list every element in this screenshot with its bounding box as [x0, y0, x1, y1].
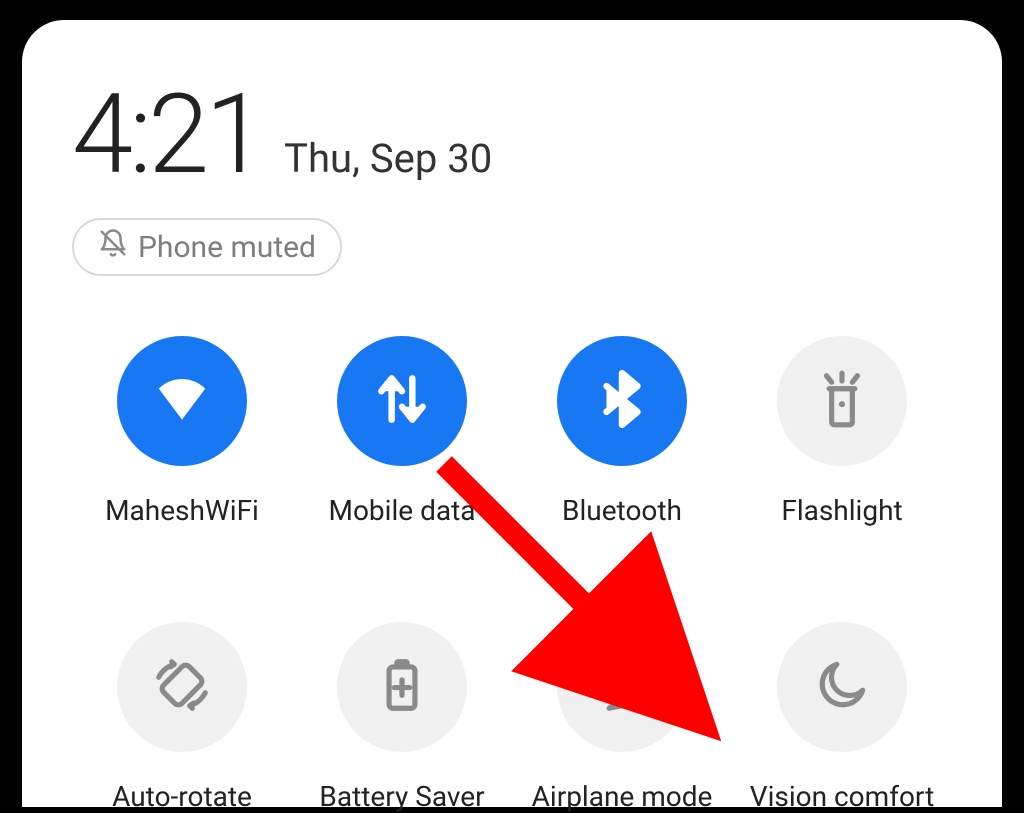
tile-auto-rotate-button[interactable]: [117, 622, 247, 752]
quick-settings-panel: 4:21 Thu, Sep 30 Phone muted MaheshWiFi: [22, 20, 1002, 807]
auto-rotate-icon: [151, 654, 213, 720]
phone-muted-label: Phone muted: [138, 230, 316, 265]
tile-battery-saver-label: Battery Saver: [319, 780, 484, 813]
tile-wifi-button[interactable]: [117, 336, 247, 466]
tile-airplane-mode-label: Airplane mode: [532, 780, 713, 813]
bluetooth-icon: [591, 368, 653, 434]
tile-mobile-data-button[interactable]: [337, 336, 467, 466]
tile-auto-rotate-label: Auto-rotate: [112, 780, 252, 813]
quick-settings-grid: MaheshWiFi Mobile data: [72, 336, 952, 813]
battery-saver-icon: [371, 654, 433, 720]
clock-time: 4:21: [72, 80, 262, 190]
tile-vision-comfort[interactable]: Vision comfort: [750, 622, 935, 813]
tile-mobile-data-label: Mobile data: [329, 494, 476, 527]
tile-auto-rotate[interactable]: Auto-rotate: [112, 622, 252, 813]
tile-flashlight-label: Flashlight: [781, 494, 902, 527]
tile-flashlight-button[interactable]: [777, 336, 907, 466]
flashlight-icon: [811, 368, 873, 434]
clock-date: Thu, Sep 30: [284, 135, 492, 182]
tile-battery-saver-button[interactable]: [337, 622, 467, 752]
wifi-icon: [151, 368, 213, 434]
tile-battery-saver[interactable]: Battery Saver: [319, 622, 484, 813]
tile-wifi[interactable]: MaheshWiFi: [105, 336, 259, 527]
tile-wifi-label: MaheshWiFi: [105, 494, 259, 527]
bell-off-icon: [98, 228, 128, 266]
panel-header: 4:21 Thu, Sep 30: [72, 80, 952, 190]
tile-bluetooth-button[interactable]: [557, 336, 687, 466]
tile-airplane-mode-button[interactable]: [557, 622, 687, 752]
tile-vision-comfort-button[interactable]: [777, 622, 907, 752]
tile-flashlight[interactable]: Flashlight: [777, 336, 907, 527]
tile-vision-comfort-label: Vision comfort: [750, 780, 935, 813]
tile-bluetooth[interactable]: Bluetooth: [557, 336, 687, 527]
tile-bluetooth-label: Bluetooth: [562, 494, 682, 527]
vision-comfort-icon: [811, 654, 873, 720]
tile-airplane-mode[interactable]: Airplane mode: [532, 622, 713, 813]
tile-mobile-data[interactable]: Mobile data: [329, 336, 476, 527]
airplane-mode-icon: [591, 654, 653, 720]
phone-muted-chip[interactable]: Phone muted: [72, 218, 342, 276]
mobile-data-icon: [371, 368, 433, 434]
